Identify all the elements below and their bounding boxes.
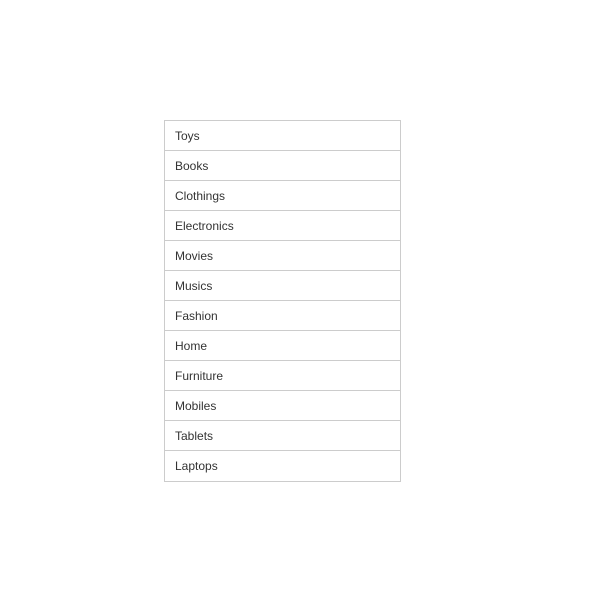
category-item-label: Laptops bbox=[175, 459, 218, 473]
category-item-label: Toys bbox=[175, 129, 200, 143]
category-item-clothings[interactable]: Clothings bbox=[165, 181, 400, 211]
category-item-books[interactable]: Books bbox=[165, 151, 400, 181]
category-item-electronics[interactable]: Electronics bbox=[165, 211, 400, 241]
category-item-mobiles[interactable]: Mobiles bbox=[165, 391, 400, 421]
category-item-label: Electronics bbox=[175, 219, 234, 233]
category-item-movies[interactable]: Movies bbox=[165, 241, 400, 271]
category-item-toys[interactable]: Toys bbox=[165, 121, 400, 151]
category-item-home[interactable]: Home bbox=[165, 331, 400, 361]
category-item-label: Books bbox=[175, 159, 208, 173]
category-item-label: Fashion bbox=[175, 309, 218, 323]
category-item-laptops[interactable]: Laptops bbox=[165, 451, 400, 481]
category-item-label: Home bbox=[175, 339, 207, 353]
category-item-fashion[interactable]: Fashion bbox=[165, 301, 400, 331]
category-item-label: Movies bbox=[175, 249, 213, 263]
category-item-musics[interactable]: Musics bbox=[165, 271, 400, 301]
category-item-furniture[interactable]: Furniture bbox=[165, 361, 400, 391]
category-item-tablets[interactable]: Tablets bbox=[165, 421, 400, 451]
category-item-label: Tablets bbox=[175, 429, 213, 443]
category-item-label: Furniture bbox=[175, 369, 223, 383]
category-list: Toys Books Clothings Electronics Movies … bbox=[164, 120, 401, 482]
category-item-label: Musics bbox=[175, 279, 212, 293]
category-item-label: Mobiles bbox=[175, 399, 216, 413]
category-item-label: Clothings bbox=[175, 189, 225, 203]
